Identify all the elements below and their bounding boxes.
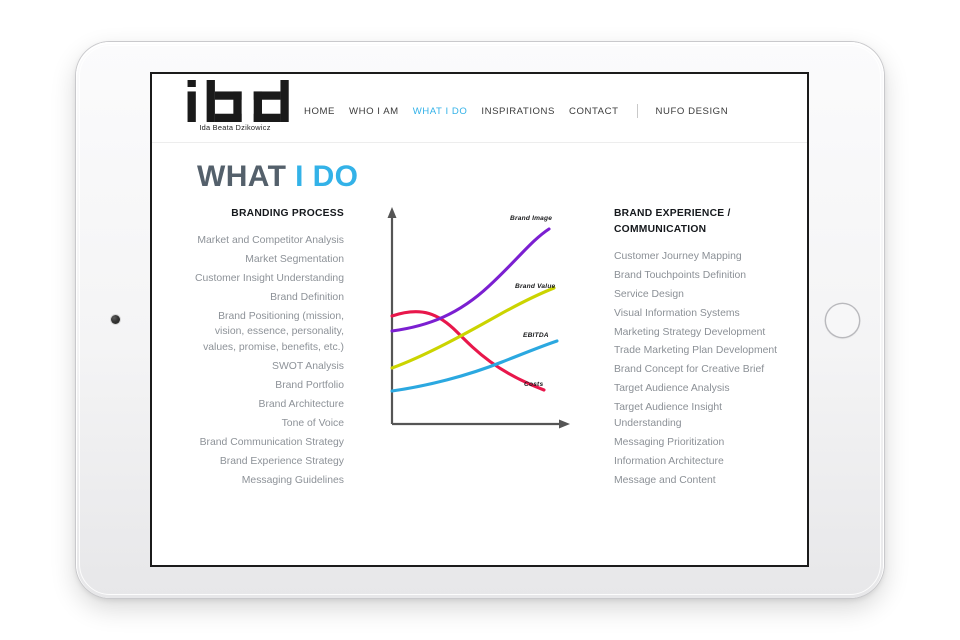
- chart-x-axis-arrow-icon: [559, 419, 570, 429]
- camera-dot-icon: [111, 315, 120, 324]
- list-item: Tone of Voice: [281, 418, 344, 430]
- chart-label-costs: Costs: [524, 381, 544, 388]
- list-item: Target Audience Analysis: [614, 383, 730, 395]
- nav-item-who-i-am[interactable]: WHO I AM: [349, 106, 399, 117]
- list-item: Brand Architecture: [258, 399, 344, 411]
- ibd-logo-icon: [187, 80, 289, 122]
- brand-experience-list: Customer Journey Mapping Brand Touchpoin…: [614, 249, 779, 489]
- home-button-circle-icon[interactable]: [826, 304, 859, 337]
- page-title-plain: WHAT: [197, 160, 296, 193]
- list-item: Brand Communication Strategy: [199, 436, 344, 448]
- page-title-accent: I DO: [295, 160, 359, 193]
- chart-label-brand-image: Brand Image: [510, 215, 553, 222]
- list-item: Customer Journey Mapping: [614, 250, 742, 262]
- chart-series-costs: [390, 310, 546, 392]
- list-item: Messaging Guidelines: [241, 474, 344, 486]
- brand-growth-chart: Brand Image Brand Value EBITDA Costs: [377, 202, 587, 447]
- list-item: Customer Insight Understanding: [194, 272, 344, 284]
- brand-experience-column: BRAND EXPERIENCE / COMMUNICATION Custome…: [614, 206, 779, 492]
- nav-item-nufo-design[interactable]: NUFO DESIGN: [656, 106, 729, 117]
- chart-y-axis-arrow-icon: [387, 207, 397, 218]
- nav-item-contact[interactable]: CONTACT: [569, 106, 619, 117]
- brand-experience-heading: BRAND EXPERIENCE / COMMUNICATION: [614, 208, 731, 235]
- list-item: Messaging Prioritization: [614, 436, 725, 448]
- list-item: SWOT Analysis: [272, 361, 344, 373]
- list-item: Visual Information Systems: [614, 307, 740, 319]
- main-navigation: HOME WHO I AM WHAT I DO INSPIRATIONS CON…: [304, 104, 728, 118]
- branding-process-column: BRANDING PROCESS Market and Competitor A…: [192, 206, 344, 492]
- website-page: Ida Beata Dzikowicz HOME WHO I AM WHAT I…: [152, 74, 807, 565]
- chart-svg: [387, 207, 570, 429]
- list-item: Target Audience Insight Understanding: [614, 402, 723, 430]
- list-item: Brand Touchpoints Definition: [614, 269, 747, 281]
- nav-item-home[interactable]: HOME: [304, 106, 335, 117]
- list-item: Service Design: [614, 288, 684, 300]
- list-item: Brand Definition: [270, 291, 344, 303]
- nav-item-inspirations[interactable]: INSPIRATIONS: [481, 106, 555, 117]
- screenshot-stage: Ida Beata Dzikowicz HOME WHO I AM WHAT I…: [0, 0, 960, 640]
- site-logo[interactable]: Ida Beata Dzikowicz: [185, 80, 289, 132]
- list-item: Brand Portfolio: [275, 380, 344, 392]
- list-item: Brand Concept for Creative Brief: [614, 364, 765, 376]
- tablet-screen: Ida Beata Dzikowicz HOME WHO I AM WHAT I…: [150, 72, 809, 567]
- nav-item-what-i-do[interactable]: WHAT I DO: [413, 106, 468, 117]
- list-item: Market Segmentation: [245, 253, 344, 265]
- branding-process-list: Market and Competitor Analysis Market Se…: [192, 233, 344, 489]
- list-item: Message and Content: [614, 474, 716, 486]
- site-header: Ida Beata Dzikowicz HOME WHO I AM WHAT I…: [152, 74, 807, 143]
- branding-process-heading: BRANDING PROCESS: [231, 208, 344, 219]
- list-item: Brand Positioning (mission, vision, esse…: [203, 310, 344, 354]
- chart-series-brand-image: [390, 227, 551, 333]
- list-item: Marketing Strategy Development: [614, 326, 766, 338]
- page-title: WHAT I DO: [197, 160, 358, 194]
- list-item: Brand Experience Strategy: [219, 455, 344, 467]
- chart-label-brand-value: Brand Value: [515, 283, 556, 290]
- list-item: Market and Competitor Analysis: [197, 234, 344, 246]
- chart-label-ebitda: EBITDA: [523, 332, 549, 339]
- list-item: Trade Marketing Plan Development: [614, 345, 778, 357]
- nav-separator: [636, 104, 638, 118]
- logo-subtitle: Ida Beata Dzikowicz: [199, 123, 271, 132]
- list-item: Information Architecture: [614, 455, 724, 467]
